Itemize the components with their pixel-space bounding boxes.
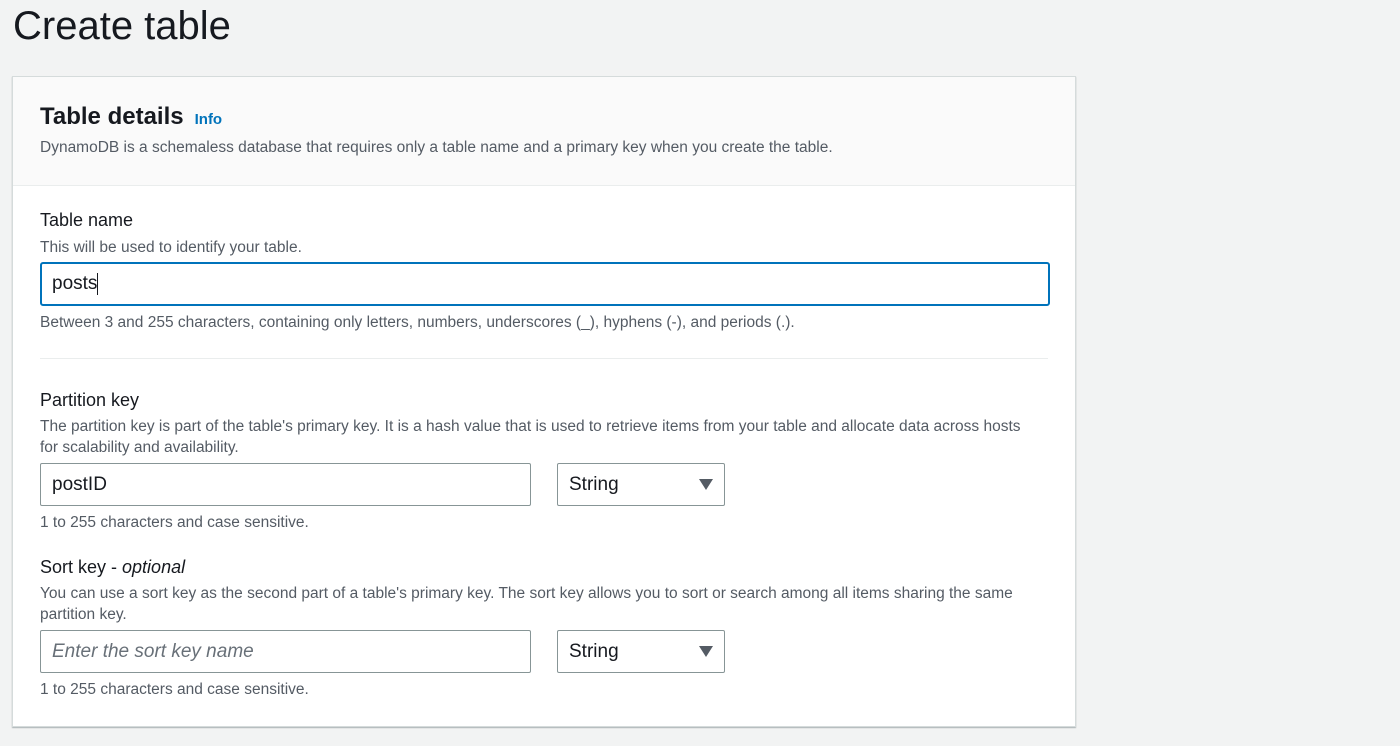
sort-key-input[interactable]: Enter the sort key name bbox=[40, 630, 531, 673]
panel-description: DynamoDB is a schemaless database that r… bbox=[40, 139, 833, 156]
sort-key-type-value: String bbox=[569, 640, 619, 662]
table-name-constraint: Between 3 and 255 characters, containing… bbox=[40, 314, 795, 331]
sort-key-optional-text: optional bbox=[122, 557, 186, 577]
table-name-value: posts bbox=[52, 273, 98, 294]
table-details-panel: Table details Info DynamoDB is a schemal… bbox=[12, 76, 1076, 727]
page-title: Create table bbox=[13, 4, 231, 48]
table-name-input[interactable]: posts bbox=[40, 262, 1050, 306]
partition-key-label: Partition key bbox=[40, 390, 140, 410]
partition-key-value: postID bbox=[52, 473, 107, 495]
sort-key-label-text: Sort key - bbox=[40, 557, 123, 577]
partition-key-input[interactable]: postID bbox=[40, 463, 531, 506]
panel-header: Table details Info DynamoDB is a schemal… bbox=[13, 77, 1075, 186]
partition-key-constraint: 1 to 255 characters and case sensitive. bbox=[40, 514, 309, 531]
sort-key-type-select[interactable]: String bbox=[557, 630, 725, 673]
info-link[interactable]: Info bbox=[195, 111, 223, 128]
sort-key-description: You can use a sort key as the second par… bbox=[40, 585, 1013, 623]
table-name-label: Table name bbox=[40, 210, 134, 230]
sort-key-label: Sort key - optional bbox=[40, 557, 185, 578]
sort-key-constraint: 1 to 255 characters and case sensitive. bbox=[40, 681, 309, 698]
section-divider bbox=[40, 358, 1048, 359]
text-cursor bbox=[97, 273, 99, 295]
partition-key-type-select[interactable]: String bbox=[557, 463, 725, 506]
caret-down-icon bbox=[699, 646, 713, 657]
sort-key-placeholder: Enter the sort key name bbox=[52, 640, 254, 662]
partition-key-description: The partition key is part of the table's… bbox=[40, 418, 1021, 456]
panel-title: Table details bbox=[40, 103, 184, 130]
caret-down-icon bbox=[699, 479, 713, 490]
table-name-description: This will be used to identify your table… bbox=[40, 239, 302, 256]
partition-key-type-value: String bbox=[569, 473, 619, 495]
panel-title-row: Table details Info bbox=[40, 103, 222, 133]
